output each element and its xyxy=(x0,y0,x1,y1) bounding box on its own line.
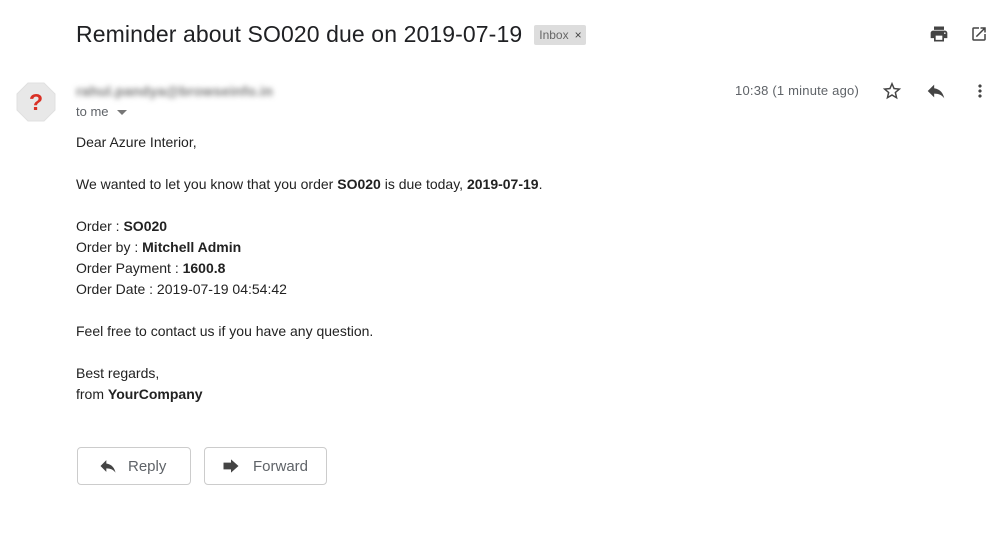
reply-icon xyxy=(98,456,118,476)
recipient-label: to me xyxy=(76,104,109,119)
email-view: Reminder about SO020 due on 2019-07-19 I… xyxy=(0,0,1005,546)
subject-row: Reminder about SO020 due on 2019-07-19 I… xyxy=(76,16,586,52)
recipient-details-toggle[interactable]: to me xyxy=(76,104,127,119)
reply-button-label: Reply xyxy=(128,457,167,475)
intro-paragraph: We wanted to let you know that you order… xyxy=(76,176,543,192)
more-vertical-icon[interactable] xyxy=(968,79,992,103)
thread-actions xyxy=(911,22,991,46)
signature-line: from YourCompany xyxy=(76,386,203,402)
order-date-value: 2019-07-19 04:54:42 xyxy=(156,281,287,297)
order-by-line: Order by : Mitchell Admin xyxy=(76,239,242,255)
chevron-down-icon xyxy=(116,110,127,115)
greeting: Dear Azure Interior, xyxy=(76,134,197,150)
sender-email[interactable]: rahul.pandya@browseinfo.in xyxy=(76,83,273,99)
reply-forward-bar: Reply Forward xyxy=(77,447,327,485)
order-payment-value: 1600.8 xyxy=(182,260,226,276)
order-value: SO020 xyxy=(123,218,168,234)
company-name: YourCompany xyxy=(107,386,203,402)
open-in-new-window-icon[interactable] xyxy=(967,22,991,46)
order-line: Order : SO020 xyxy=(76,218,168,234)
label-chip-text: Inbox xyxy=(539,27,569,42)
star-outline-icon[interactable] xyxy=(880,79,904,103)
svg-text:?: ? xyxy=(29,89,43,115)
email-body: Dear Azure Interior, We wanted to let yo… xyxy=(76,132,956,405)
reply-icon[interactable] xyxy=(924,79,948,103)
contact-line: Feel free to contact us if you have any … xyxy=(76,323,374,339)
sender-avatar: ? xyxy=(16,82,56,122)
order-payment-line: Order Payment : 1600.8 xyxy=(76,260,226,276)
inbox-label-chip[interactable]: Inbox × xyxy=(534,24,586,45)
email-subject: Reminder about SO020 due on 2019-07-19 xyxy=(76,20,523,47)
forward-button[interactable]: Forward xyxy=(204,447,327,485)
order-by-value: Mitchell Admin xyxy=(142,239,242,255)
forward-button-label: Forward xyxy=(253,457,309,475)
forward-arrow-icon xyxy=(221,456,241,476)
message-timestamp: 10:38 (1 minute ago) xyxy=(735,83,859,98)
regards-line: Best regards, xyxy=(76,365,160,381)
print-icon[interactable] xyxy=(927,22,951,46)
remove-label-button[interactable]: × xyxy=(575,28,582,42)
reply-button[interactable]: Reply xyxy=(77,447,191,485)
message-actions xyxy=(860,79,992,103)
intro-due-date: 2019-07-19 xyxy=(466,176,539,192)
intro-order-ref: SO020 xyxy=(337,176,381,192)
order-date-line: Order Date : 2019-07-19 04:54:42 xyxy=(76,281,287,297)
